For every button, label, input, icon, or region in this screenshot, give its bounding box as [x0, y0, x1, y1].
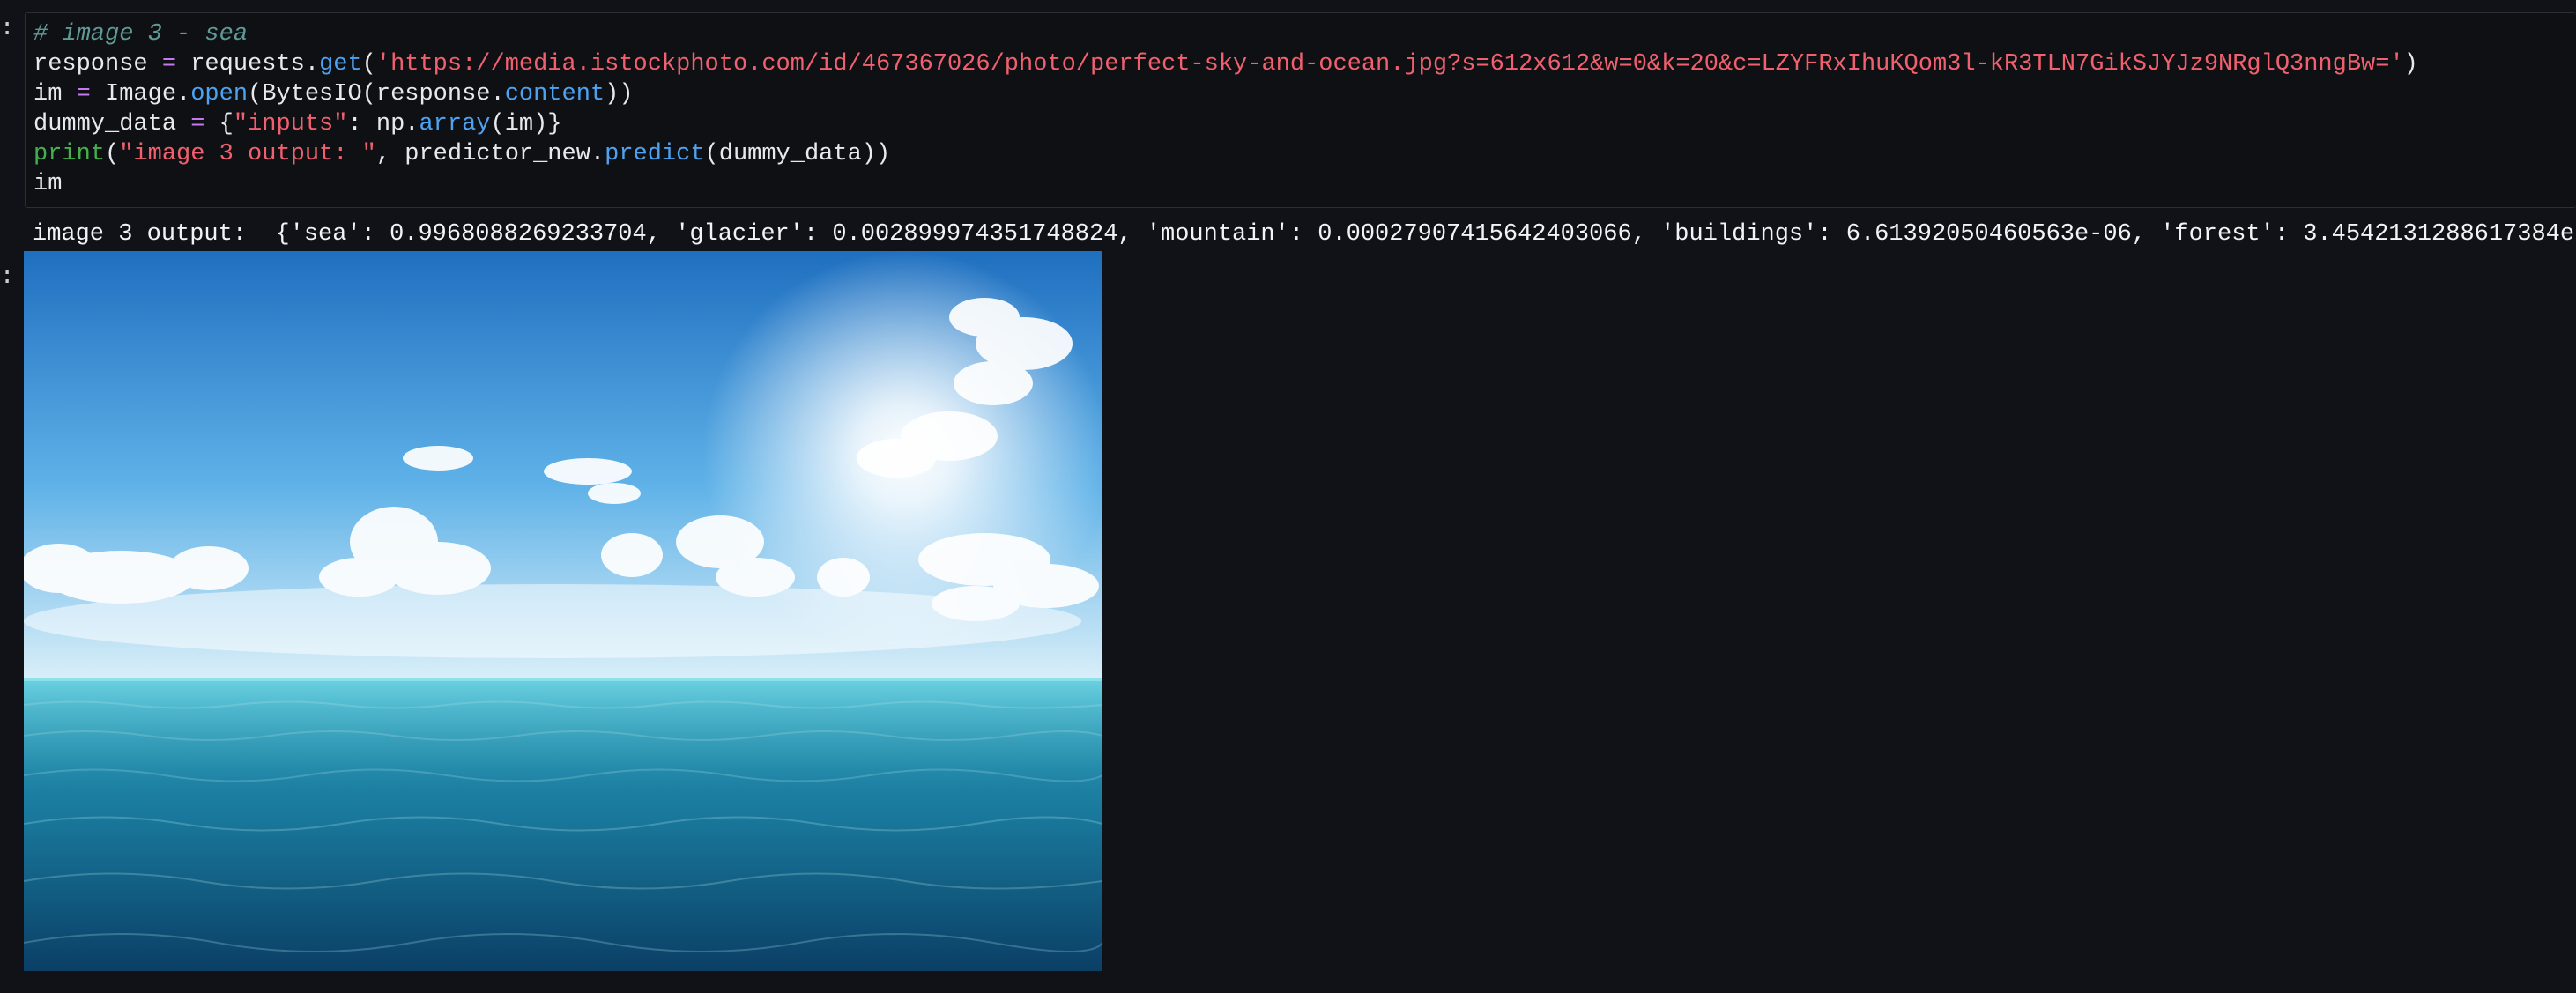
code-function: predict	[605, 141, 705, 167]
notebook-view: : # image 3 - sea response = requests.get…	[0, 0, 2576, 993]
code-var: im	[33, 171, 63, 197]
code-function: array	[419, 111, 491, 137]
output-image-sky-sea	[24, 251, 1102, 971]
code-object: Image.	[105, 81, 191, 107]
code-line-1: # image 3 - sea	[33, 19, 2418, 49]
code-punct: (dummy_data))	[704, 141, 891, 167]
code-punct: (BytesIO(response.	[248, 81, 505, 107]
code-string: "image 3 output: "	[119, 141, 376, 167]
code-object: , predictor_new.	[375, 141, 605, 167]
code-var: im	[33, 81, 63, 107]
code-punct: (	[105, 141, 120, 167]
cell-output-text: image 3 output: {'sea': 0.99680882692337…	[33, 221, 2576, 248]
code-comment: # image 3 - sea	[33, 21, 249, 48]
sky-sea-photo	[24, 251, 1102, 971]
code-string: 'https://media.istockphoto.com/id/467367…	[375, 51, 2404, 78]
code-string: "inputs"	[233, 111, 348, 137]
code-punct: (	[361, 51, 376, 78]
code-punct: : np.	[347, 111, 419, 137]
code-var: response	[33, 51, 148, 78]
image-output-prompt: :	[0, 262, 15, 289]
code-function: open	[190, 81, 249, 107]
code-var: dummy_data	[33, 111, 177, 137]
code-attribute: content	[504, 81, 605, 107]
code-line-5: print("image 3 output: ", predictor_new.…	[33, 139, 2418, 169]
code-line-6: im	[33, 169, 2418, 199]
code-operator: =	[161, 51, 177, 78]
code-punct: )	[2403, 51, 2418, 78]
code-operator: =	[76, 81, 91, 107]
code-line-3: im = Image.open(BytesIO(response.content…	[33, 79, 2418, 109]
sea-shimmer	[24, 678, 1102, 819]
code-operator: =	[190, 111, 205, 137]
code-punct: (im)}	[490, 111, 562, 137]
code-line-4: dummy_data = {"inputs": np.array(im)}	[33, 109, 2418, 139]
code-editor[interactable]: # image 3 - sea response = requests.get('…	[33, 19, 2418, 199]
code-builtin: print	[33, 141, 106, 167]
code-punct: ))	[605, 81, 634, 107]
code-cell-input[interactable]: # image 3 - sea response = requests.get('…	[25, 12, 2576, 208]
code-function: get	[319, 51, 362, 78]
input-prompt: :	[0, 13, 15, 41]
code-object: requests.	[190, 51, 320, 78]
code-punct: {	[219, 111, 234, 137]
code-line-2: response = requests.get('https://media.i…	[33, 49, 2418, 79]
